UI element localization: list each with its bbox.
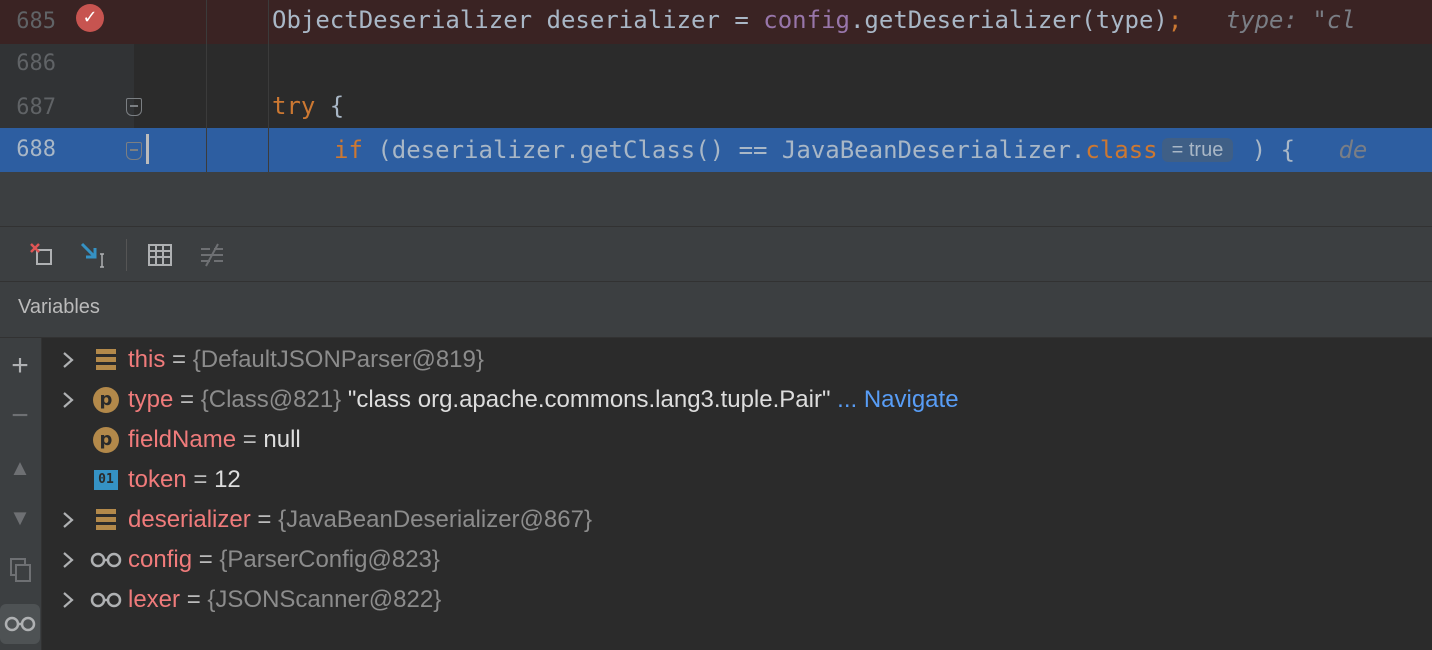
clear-breakpoints-icon[interactable] [24,237,60,273]
code-semicolon: ; [1167,6,1183,34]
code-segment: { [315,92,345,120]
debug-toolbar [0,226,1432,282]
code-line-685[interactable]: 685 ✓ ObjectDeserializer deserializer = … [0,0,1432,44]
chevron-right-icon[interactable] [56,580,80,620]
variable-equals: = [173,386,201,413]
variable-value: "class org.apache.commons.lang3.tuple.Pa… [341,386,831,413]
panel-splitter[interactable] [0,172,1432,226]
chevron-right-icon[interactable] [56,340,80,380]
evaluate-table-icon[interactable] [142,237,178,273]
add-watch-icon[interactable]: + [0,346,40,386]
compare-icon[interactable] [194,237,230,273]
code-segment: (deserializer.getClass() == JavaBeanDese… [362,136,1086,164]
code-line-686[interactable]: 686 [0,42,1432,86]
indent-guide [268,0,269,172]
fold-icon[interactable] [126,142,142,160]
variable-name: lexer [128,586,181,613]
variables-tree[interactable]: this = {DefaultJSONParser@819} p type = … [42,338,1432,650]
code-editor[interactable]: 685 ✓ ObjectDeserializer deserializer = … [0,0,1432,172]
variable-text: token = 12 [128,460,241,500]
code-keyword: try [272,92,316,120]
variable-text: deserializer = {JavaBeanDeserializer@867… [128,500,592,540]
variable-equals: = [192,546,220,573]
remove-watch-icon[interactable]: − [0,396,40,436]
code-text: try { [272,86,344,126]
variable-ref: {ParserConfig@823} [219,546,440,573]
move-up-icon[interactable]: ▲ [0,448,40,488]
variable-name: this [128,346,166,373]
step-into-icon[interactable] [76,237,112,273]
navigate-link[interactable]: ... Navigate [830,386,958,413]
watch-icon [88,546,124,574]
chevron-right-icon[interactable] [56,540,80,580]
move-down-icon[interactable]: ▼ [0,498,40,538]
variable-text: config = {ParserConfig@823} [128,540,440,580]
variable-row-type[interactable]: p type = {Class@821} "class org.apache.c… [42,380,1432,420]
variable-ref: {DefaultJSONParser@819} [192,346,484,373]
chevron-right-icon[interactable] [56,500,80,540]
variable-row-deserializer[interactable]: deserializer = {JavaBeanDeserializer@867… [42,500,1432,540]
line-number: 686 [16,51,56,76]
code-text: if (deserializer.getClass() == JavaBeanD… [334,130,1367,170]
variable-value: null [263,426,301,453]
variable-row-lexer[interactable]: lexer = {JSONScanner@822} [42,580,1432,620]
variable-row-config[interactable]: config = {ParserConfig@823} [42,540,1432,580]
variable-name: token [128,466,187,493]
field-icon [92,506,120,534]
primitive-icon: 01 [92,466,120,494]
variable-equals: = [236,426,264,453]
variables-title: Variables [18,296,100,318]
variable-text: type = {Class@821} "class org.apache.com… [128,380,959,420]
inline-value-hint: type: "cl [1225,6,1356,34]
chevron-right-icon[interactable] [56,380,80,420]
variable-equals: = [250,506,279,533]
variables-side-rail: + − ▲ ▼ [0,338,42,650]
line-number: 687 [16,95,56,120]
variable-text: this = {DefaultJSONParser@819} [128,340,484,380]
variables-header: Variables [0,282,1432,338]
inline-value-hint: de [1338,136,1368,164]
parameter-icon: p [92,386,120,414]
line-number: 685 [16,9,56,34]
indent-guide [206,0,207,172]
field-icon [92,346,120,374]
parameter-icon: p [92,426,120,454]
variable-equals: = [165,346,193,373]
code-line-688-current[interactable]: 688 if (deserializer.getClass() == JavaB… [0,128,1432,172]
watch-icon [88,586,124,614]
code-segment: .getDeserializer(type) [849,6,1168,34]
variable-row-token[interactable]: 01 token = 12 [42,460,1432,500]
variable-value: 12 [214,466,241,493]
variable-text: lexer = {JSONScanner@822} [128,580,441,620]
code-text: ObjectDeserializer deserializer = config… [272,0,1356,40]
duplicate-watch-icon[interactable] [0,550,40,590]
variable-ref: {JavaBeanDeserializer@867} [278,506,592,533]
variable-name: type [128,386,174,413]
code-segment: ObjectDeserializer deserializer = [272,6,764,34]
text-caret [146,134,149,164]
breakpoint-icon[interactable]: ✓ [76,4,104,32]
variable-ref: {JSONScanner@822} [207,586,442,613]
code-field-ref: config [763,6,850,34]
show-watches-icon[interactable] [0,604,40,644]
variable-row-this[interactable]: this = {DefaultJSONParser@819} [42,340,1432,380]
variable-row-fieldname[interactable]: p fieldName = null [42,420,1432,460]
code-keyword: if [334,136,363,164]
code-segment: ) { [1237,136,1296,164]
variable-name: fieldName [128,426,237,453]
inline-eval-tooltip[interactable]: = true [1161,138,1234,162]
line-number: 688 [16,137,56,162]
variable-name: config [128,546,193,573]
variable-name: deserializer [128,506,251,533]
code-line-687[interactable]: 687 try { [0,86,1432,130]
code-keyword: class [1085,136,1158,164]
fold-icon[interactable] [126,98,142,116]
variable-ref: {Class@821} [200,386,342,413]
variable-text: fieldName = null [128,420,301,460]
variable-equals: = [186,466,215,493]
toolbar-separator [126,239,127,271]
variable-equals: = [180,586,208,613]
